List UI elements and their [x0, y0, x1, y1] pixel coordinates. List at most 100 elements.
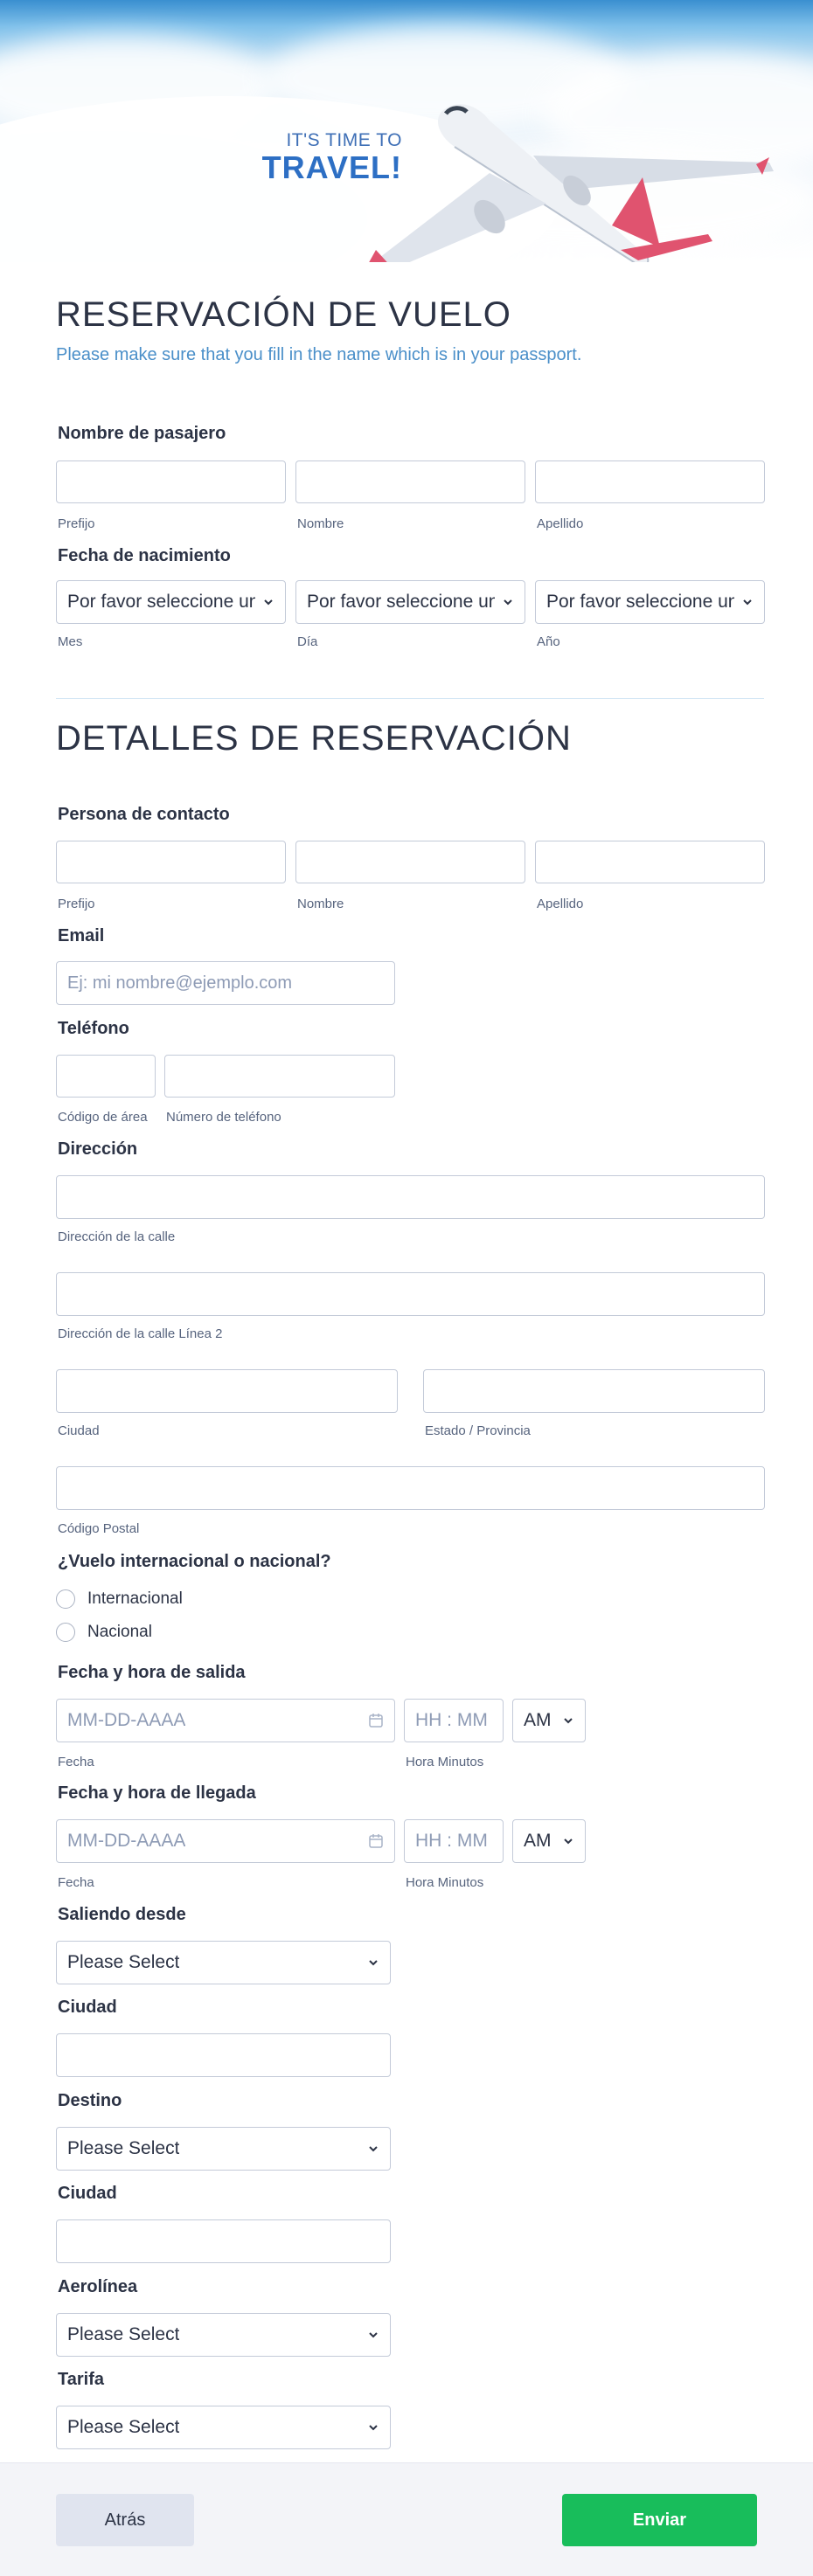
arrival-time-input[interactable]: HH : MM [404, 1819, 504, 1863]
destination-select[interactable]: Please Select [56, 2127, 391, 2171]
section-title-reservation: RESERVACIÓN DE VUELO [56, 295, 511, 334]
phone-label: Teléfono [58, 1019, 129, 1038]
calendar-icon[interactable] [368, 1833, 384, 1849]
birthdate-label: Fecha de nacimiento [58, 546, 231, 565]
state-input[interactable] [423, 1369, 765, 1413]
contact-person-label: Persona de contacto [58, 805, 230, 824]
contact-last-name-sublabel: Apellido [537, 897, 584, 911]
arrival-date-sublabel: Fecha [58, 1875, 94, 1890]
birth-year-select[interactable]: Por favor seleccione un [535, 580, 765, 624]
contact-first-name-input[interactable] [295, 841, 525, 883]
last-name-sublabel: Apellido [537, 516, 584, 531]
arrival-date-placeholder: MM-DD-AAAA [67, 1831, 186, 1851]
arrival-time-sublabel: Hora Minutos [406, 1875, 484, 1890]
departure-date-placeholder: MM-DD-AAAA [67, 1710, 186, 1730]
chevron-down-icon [369, 2332, 378, 2338]
fare-label: Tarifa [58, 2370, 104, 2389]
email-input[interactable] [56, 961, 395, 1005]
birth-month-value: Por favor seleccione un [67, 592, 255, 612]
street-address-input[interactable] [56, 1175, 765, 1219]
chevron-down-icon [369, 1960, 378, 1966]
arrival-ampm-value: AM [524, 1831, 552, 1851]
section-divider [56, 698, 764, 699]
contact-prefix-sublabel: Prefijo [58, 897, 95, 911]
contact-last-name-input[interactable] [535, 841, 765, 883]
passenger-last-name-input[interactable] [535, 460, 765, 503]
airline-select[interactable]: Please Select [56, 2313, 391, 2357]
departure-city-label: Ciudad [58, 1998, 117, 2017]
departure-time-placeholder: HH : MM [415, 1710, 488, 1730]
arrival-time-placeholder: HH : MM [415, 1831, 488, 1851]
chevron-down-icon [564, 1839, 573, 1845]
hero-banner: IT'S TIME TO TRAVEL! [0, 0, 813, 262]
section-subtitle: Please make sure that you fill in the na… [56, 345, 582, 364]
departure-label: Fecha y hora de salida [58, 1663, 246, 1682]
destination-city-label: Ciudad [58, 2184, 117, 2203]
birth-month-select[interactable]: Por favor seleccione un [56, 580, 286, 624]
departing-from-label: Saliendo desde [58, 1905, 186, 1924]
airline-label: Aerolínea [58, 2277, 138, 2296]
departure-ampm-value: AM [524, 1710, 552, 1730]
phone-number-sublabel: Número de teléfono [166, 1110, 281, 1125]
fare-select[interactable]: Please Select [56, 2406, 391, 2449]
departure-time-sublabel: Hora Minutos [406, 1755, 484, 1769]
radio-international[interactable]: Internacional [56, 1589, 183, 1609]
contact-prefix-input[interactable] [56, 841, 286, 883]
chevron-down-icon [504, 599, 512, 606]
passenger-name-label: Nombre de pasajero [58, 424, 226, 443]
chevron-down-icon [564, 1718, 573, 1724]
arrival-label: Fecha y hora de llegada [58, 1783, 256, 1803]
city-sublabel: Ciudad [58, 1423, 100, 1438]
radio-circle[interactable] [56, 1623, 75, 1642]
departure-ampm-select[interactable]: AM [512, 1699, 586, 1742]
chevron-down-icon [369, 2146, 378, 2152]
passenger-first-name-input[interactable] [295, 460, 525, 503]
destination-value: Please Select [67, 2138, 180, 2158]
street-address-sublabel: Dirección de la calle [58, 1229, 176, 1244]
email-label: Email [58, 926, 105, 945]
radio-circle[interactable] [56, 1589, 75, 1609]
calendar-icon[interactable] [368, 1713, 384, 1728]
airplane-illustration [369, 104, 774, 262]
area-code-sublabel: Código de área [58, 1110, 148, 1125]
city-input[interactable] [56, 1369, 398, 1413]
departure-date-input[interactable]: MM-DD-AAAA [56, 1699, 395, 1742]
chevron-down-icon [264, 599, 273, 606]
form-footer: Atrás Enviar [0, 2462, 813, 2576]
departing-from-select[interactable]: Please Select [56, 1941, 391, 1984]
state-sublabel: Estado / Provincia [425, 1423, 531, 1438]
postal-code-input[interactable] [56, 1466, 765, 1510]
submit-button[interactable]: Enviar [562, 2494, 757, 2546]
departure-city-input[interactable] [56, 2033, 391, 2077]
area-code-input[interactable] [56, 1055, 156, 1098]
first-name-sublabel: Nombre [297, 516, 344, 531]
street-address-line2-sublabel: Dirección de la calle Línea 2 [58, 1326, 223, 1341]
back-button[interactable]: Atrás [56, 2494, 194, 2546]
destination-city-input[interactable] [56, 2219, 391, 2263]
contact-first-name-sublabel: Nombre [297, 897, 344, 911]
section-title-details: DETALLES DE RESERVACIÓN [56, 719, 572, 758]
departure-date-sublabel: Fecha [58, 1755, 94, 1769]
radio-national[interactable]: Nacional [56, 1623, 152, 1642]
radio-national-label: Nacional [87, 1623, 152, 1641]
chevron-down-icon [369, 2425, 378, 2431]
radio-international-label: Internacional [87, 1589, 183, 1608]
departing-from-value: Please Select [67, 1952, 180, 1972]
flight-type-label: ¿Vuelo internacional o nacional? [58, 1552, 331, 1571]
postal-code-sublabel: Código Postal [58, 1521, 140, 1536]
phone-number-input[interactable] [164, 1055, 395, 1098]
birth-day-value: Por favor seleccione un [307, 592, 495, 612]
birth-year-value: Por favor seleccione un [546, 592, 734, 612]
day-sublabel: Día [297, 634, 318, 649]
destination-label: Destino [58, 2091, 122, 2110]
birth-day-select[interactable]: Por favor seleccione un [295, 580, 525, 624]
arrival-ampm-select[interactable]: AM [512, 1819, 586, 1863]
street-address-line2-input[interactable] [56, 1272, 765, 1316]
passenger-prefix-input[interactable] [56, 460, 286, 503]
departure-time-input[interactable]: HH : MM [404, 1699, 504, 1742]
month-sublabel: Mes [58, 634, 83, 649]
airline-value: Please Select [67, 2324, 180, 2344]
chevron-down-icon [743, 599, 752, 606]
arrival-date-input[interactable]: MM-DD-AAAA [56, 1819, 395, 1863]
fare-value: Please Select [67, 2417, 180, 2437]
